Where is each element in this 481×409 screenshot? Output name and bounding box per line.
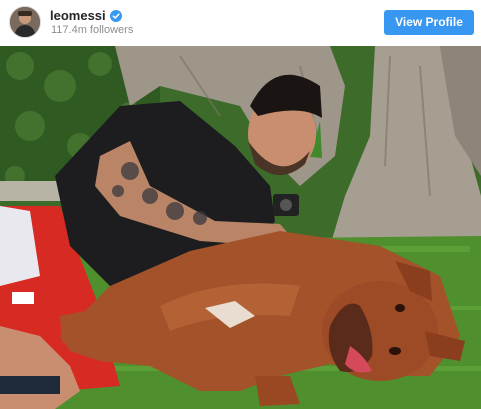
follower-count: 117.4m followers [51,24,134,36]
post-header: leomessi 117.4m followers View Profile [0,0,481,46]
profile-avatar-icon[interactable] [9,6,41,38]
username[interactable]: leomessi [50,8,106,23]
verified-badge-icon [109,9,122,22]
view-profile-button[interactable]: View Profile [384,10,474,35]
post-photo[interactable] [0,46,481,409]
